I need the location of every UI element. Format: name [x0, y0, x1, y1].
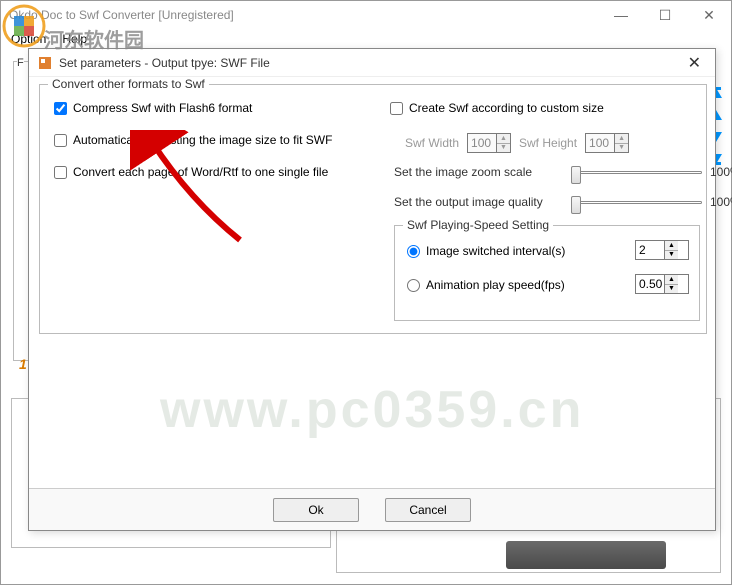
outer-titlebar: Okdo Doc to Swf Converter [Unregistered]… — [1, 1, 731, 29]
speed-fieldset-label: Swf Playing-Speed Setting — [403, 218, 553, 232]
minimize-button[interactable]: — — [599, 1, 643, 29]
fps-label: Animation play speed(fps) — [426, 278, 565, 292]
spinner-down-icon[interactable]: ▼ — [665, 251, 678, 260]
fps-input[interactable] — [636, 275, 664, 293]
customsize-label: Create Swf according to custom size — [409, 101, 604, 115]
slider-thumb-icon[interactable] — [571, 166, 581, 184]
swf-height-label: Swf Height — [519, 136, 577, 150]
start-button-bg[interactable] — [506, 541, 666, 569]
dialog-titlebar[interactable]: Set parameters - Output tpye: SWF File ✕ — [29, 49, 715, 77]
fps-row[interactable]: Animation play speed(fps) — [407, 278, 565, 292]
zoom-row: Set the image zoom scale 100% — [394, 165, 732, 179]
swf-width-label: Swf Width — [405, 136, 459, 150]
dialog-close-button[interactable]: ✕ — [684, 53, 705, 73]
compress-checkbox-row[interactable]: Compress Swf with Flash6 format — [54, 101, 252, 115]
file-count-label: 1 — [19, 356, 27, 372]
fps-spinner[interactable]: ▲▼ — [635, 274, 689, 294]
zoom-pct: 100% — [710, 165, 732, 179]
interval-radio[interactable] — [407, 245, 420, 258]
spinner-down-icon[interactable]: ▼ — [497, 144, 510, 153]
dialog-title: Set parameters - Output tpye: SWF File — [59, 56, 684, 70]
quality-pct: 100% — [710, 195, 732, 209]
compress-checkbox[interactable] — [54, 102, 67, 115]
interval-input[interactable] — [636, 241, 664, 259]
quality-slider[interactable] — [572, 201, 702, 204]
speed-fieldset: Swf Playing-Speed Setting Image switched… — [394, 225, 700, 321]
swf-height-spinner[interactable]: ▲▼ — [585, 133, 629, 153]
autosize-label: Automatically adjusting the image size t… — [73, 133, 332, 147]
spinner-down-icon[interactable]: ▼ — [665, 285, 678, 294]
autosize-checkbox[interactable] — [54, 134, 67, 147]
swf-height-input[interactable] — [586, 134, 614, 152]
interval-spinner[interactable]: ▲▼ — [635, 240, 689, 260]
convert-fieldset: Convert other formats to Swf Compress Sw… — [39, 84, 707, 334]
menubar: Option Help — [1, 29, 731, 49]
dialog-body: Convert other formats to Swf Compress Sw… — [29, 77, 715, 487]
interval-label: Image switched interval(s) — [426, 244, 565, 258]
swf-dimensions-row: Swf Width ▲▼ Swf Height ▲▼ — [405, 133, 629, 153]
maximize-button[interactable]: ☐ — [643, 1, 687, 29]
zoom-label: Set the image zoom scale — [394, 165, 564, 179]
customsize-checkbox[interactable] — [390, 102, 403, 115]
menu-option[interactable]: Option — [11, 32, 46, 46]
fps-radio[interactable] — [407, 279, 420, 292]
swf-width-input[interactable] — [468, 134, 496, 152]
cancel-button[interactable]: Cancel — [385, 498, 471, 522]
spinner-down-icon[interactable]: ▼ — [615, 144, 628, 153]
spinner-up-icon[interactable]: ▲ — [665, 275, 678, 285]
singlefile-checkbox-row[interactable]: Convert each page of Word/Rtf to one sin… — [54, 165, 328, 179]
convert-fieldset-label: Convert other formats to Swf — [48, 77, 209, 91]
spinner-up-icon[interactable]: ▲ — [665, 241, 678, 251]
customsize-checkbox-row[interactable]: Create Swf according to custom size — [390, 101, 604, 115]
interval-row[interactable]: Image switched interval(s) — [407, 244, 565, 258]
dialog-buttons: Ok Cancel — [29, 488, 715, 530]
swf-width-spinner[interactable]: ▲▼ — [467, 133, 511, 153]
spinner-up-icon[interactable]: ▲ — [615, 134, 628, 144]
spinner-up-icon[interactable]: ▲ — [497, 134, 510, 144]
autosize-checkbox-row[interactable]: Automatically adjusting the image size t… — [54, 133, 332, 147]
app-icon — [37, 55, 53, 71]
quality-row: Set the output image quality 100% — [394, 195, 732, 209]
set-parameters-dialog: Set parameters - Output tpye: SWF File ✕… — [28, 48, 716, 531]
outer-window-title: Okdo Doc to Swf Converter [Unregistered] — [9, 8, 599, 22]
ok-button[interactable]: Ok — [273, 498, 359, 522]
quality-label: Set the output image quality — [394, 195, 564, 209]
zoom-slider[interactable] — [572, 171, 702, 174]
slider-thumb-icon[interactable] — [571, 196, 581, 214]
close-button[interactable]: ✕ — [687, 1, 731, 29]
window-controls: — ☐ ✕ — [599, 1, 731, 29]
singlefile-checkbox[interactable] — [54, 166, 67, 179]
file-list-header: F — [17, 57, 24, 69]
menu-help[interactable]: Help — [62, 32, 87, 46]
singlefile-label: Convert each page of Word/Rtf to one sin… — [73, 165, 328, 179]
compress-label: Compress Swf with Flash6 format — [73, 101, 252, 115]
